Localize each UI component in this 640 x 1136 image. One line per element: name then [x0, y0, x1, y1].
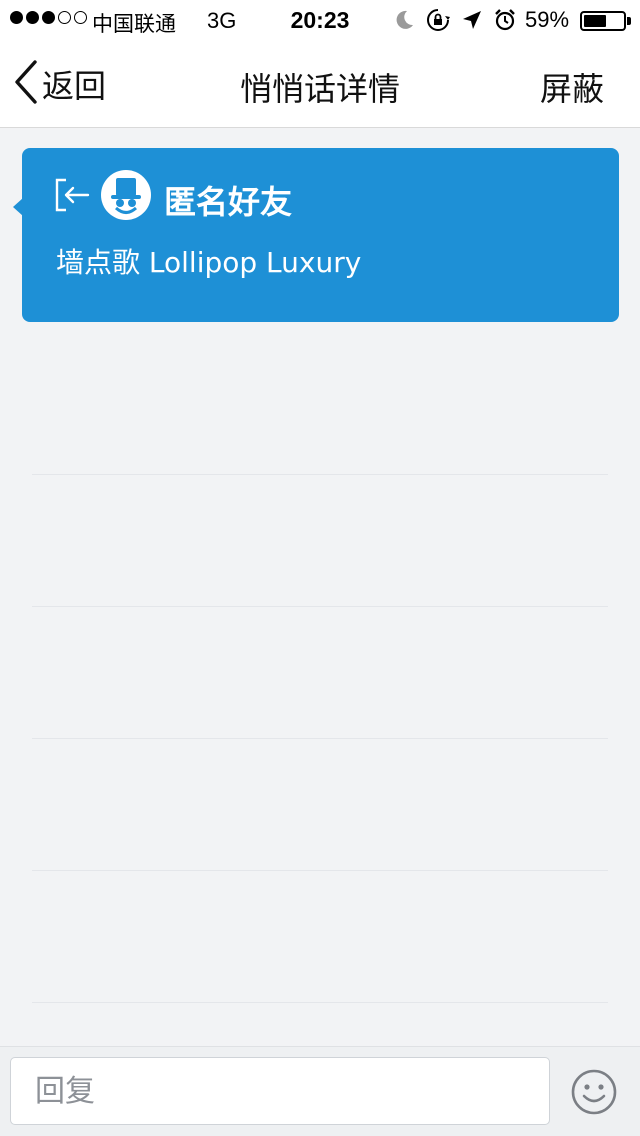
- message-text: 墙点歌 Lollipop Luxury: [56, 246, 362, 279]
- list-divider: [32, 1002, 608, 1003]
- list-divider: [32, 606, 608, 607]
- anonymous-avatar-icon: [101, 170, 151, 220]
- status-bar: 中国联通 3G 20:23 59%: [0, 0, 640, 40]
- block-button[interactable]: 屏蔽: [540, 64, 604, 110]
- battery-icon: [580, 11, 626, 31]
- comment-list: [14, 340, 626, 1046]
- list-divider: [32, 738, 608, 739]
- list-divider: [32, 870, 608, 871]
- smiley-icon: [571, 1069, 617, 1115]
- sender-name: 匿名好友: [164, 183, 293, 221]
- reply-input[interactable]: [10, 1057, 550, 1125]
- emoji-button[interactable]: [570, 1068, 618, 1120]
- navigation-bar: 返回 悄悄话详情 屏蔽: [0, 40, 640, 128]
- battery-percent: 59%: [525, 7, 570, 32]
- rotation-lock-icon: [426, 8, 450, 32]
- card-pointer: [13, 198, 23, 216]
- reply-bar: [0, 1046, 640, 1136]
- alarm-icon: [494, 9, 516, 31]
- moon-icon: [394, 9, 414, 31]
- location-arrow-icon: [462, 10, 482, 30]
- message-card: 匿名好友 墙点歌 Lollipop Luxury: [13, 148, 619, 322]
- list-divider: [32, 474, 608, 475]
- battery-tip: [627, 17, 631, 25]
- exit-icon: [54, 177, 92, 217]
